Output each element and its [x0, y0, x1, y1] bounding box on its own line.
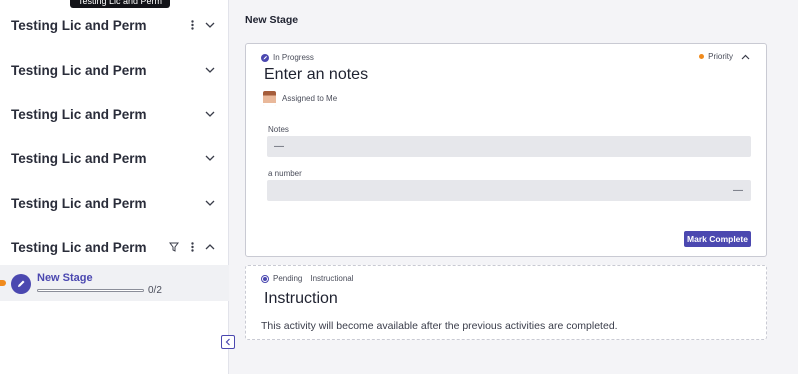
group-header[interactable]: Testing Lic and Perm — [0, 229, 229, 265]
notes-label: Notes — [268, 125, 289, 134]
group-title: Testing Lic and Perm — [11, 17, 147, 33]
status-badge: In Progress — [261, 53, 314, 62]
activity-title: Enter an notes — [264, 66, 369, 83]
more-vertical-icon[interactable] — [185, 18, 199, 32]
group-title: Testing Lic and Perm — [11, 62, 147, 78]
filter-icon[interactable] — [167, 240, 181, 254]
chevron-down-icon[interactable] — [203, 107, 217, 121]
activity-type: Instructional — [310, 274, 354, 283]
chevron-down-icon[interactable] — [203, 18, 217, 32]
status-label: In Progress — [273, 53, 314, 62]
activity-description: This activity will become available afte… — [261, 320, 618, 332]
priority-label: Priority — [708, 52, 733, 61]
stage-item[interactable] — [0, 265, 229, 301]
mark-complete-button[interactable]: Mark Complete — [684, 231, 751, 247]
number-field[interactable]: — — [267, 180, 751, 201]
assignee[interactable]: Assigned to Me — [263, 91, 337, 106]
current-stage-marker — [0, 280, 6, 286]
status-badge: Pending Instructional — [261, 274, 354, 283]
group-header[interactable]: Testing Lic and Perm — [0, 140, 229, 176]
notes-field[interactable]: — — [267, 136, 751, 157]
stage-count: 0/2 — [148, 285, 162, 296]
group-title: Testing Lic and Perm — [11, 195, 147, 211]
status-label: Pending — [273, 274, 303, 283]
in-progress-icon — [261, 53, 269, 62]
chevron-down-icon[interactable] — [203, 196, 217, 210]
more-vertical-icon[interactable] — [185, 240, 199, 254]
chevron-up-icon[interactable] — [203, 240, 217, 254]
stage-name[interactable]: New Stage — [37, 272, 93, 284]
page-title: New Stage — [245, 14, 299, 26]
avatar — [263, 91, 276, 106]
group-title: Testing Lic and Perm — [11, 239, 147, 255]
assignee-label: Assigned to Me — [282, 94, 338, 103]
chevron-down-icon[interactable] — [203, 63, 217, 77]
group-title: Testing Lic and Perm — [11, 106, 147, 122]
group-header[interactable]: Testing Lic and Perm — [0, 7, 229, 43]
activity-title: Instruction — [264, 290, 338, 307]
pending-icon — [261, 274, 269, 283]
priority-toggle[interactable]: Priority — [699, 52, 750, 61]
collapse-sidebar-button[interactable] — [221, 335, 235, 349]
priority-dot-icon — [699, 54, 705, 59]
activity-card: In Progress Priority Enter an notes Assi… — [245, 43, 767, 257]
group-title: Testing Lic and Perm — [11, 150, 147, 166]
chevron-up-icon — [741, 54, 750, 59]
chevron-left-icon — [225, 338, 230, 346]
pencil-icon — [11, 274, 31, 294]
group-header[interactable]: Testing Lic and Perm — [0, 52, 229, 88]
group-header[interactable]: Testing Lic and Perm — [0, 96, 229, 132]
chevron-down-icon[interactable] — [203, 151, 217, 165]
number-label: a number — [268, 169, 302, 178]
pending-activity-card: Pending Instructional Instruction This a… — [245, 265, 767, 340]
sidebar: Testing Lic and Perm Testing Lic and Per… — [0, 0, 229, 374]
stage-progress-bar — [37, 289, 144, 292]
group-header[interactable]: Testing Lic and Perm — [0, 185, 229, 221]
